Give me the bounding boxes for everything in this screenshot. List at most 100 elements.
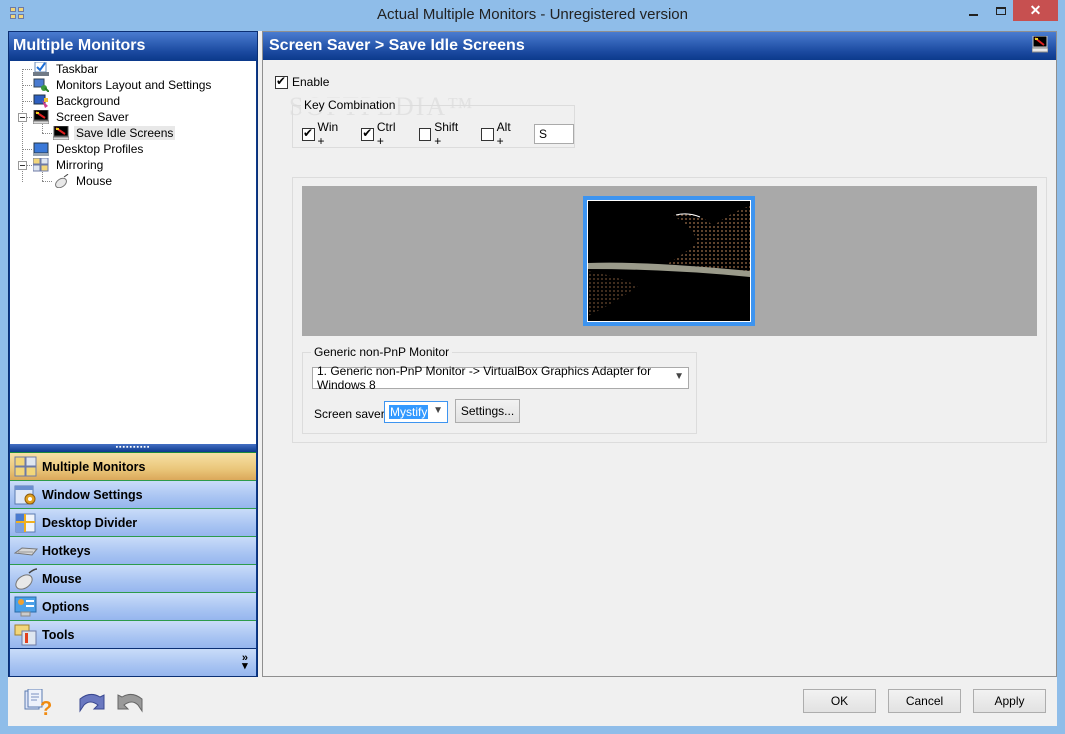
tree-line <box>42 181 52 182</box>
collapse-screen-saver-toggle[interactable] <box>18 113 27 122</box>
keyboard-icon <box>13 540 39 562</box>
screen-saver-icon <box>1031 35 1049 54</box>
screen-saver-label: Screen saver: <box>314 407 389 421</box>
monitor-layout-area <box>302 186 1037 336</box>
tree-item-screen-saver[interactable]: Screen Saver <box>32 109 131 125</box>
tree-line <box>27 165 32 166</box>
screen-saver-icon <box>52 125 70 141</box>
ctrl-check-box[interactable] <box>361 126 374 141</box>
key-combination-group: Key Combination Win + Ctrl + Shift + Alt… <box>292 98 575 148</box>
bottom-bar: ? OK Cancel Apply <box>8 677 1057 726</box>
monitor-select-value: 1. Generic non-PnP Monitor -> VirtualBox… <box>317 364 652 392</box>
mouse-icon <box>53 173 69 189</box>
monitor-preview-group: Generic non-PnP Monitor 1. Generic non-P… <box>292 177 1047 443</box>
redo-icon[interactable] <box>116 689 146 715</box>
desktop-divider-icon <box>14 512 38 534</box>
page-title: Screen Saver > Save Idle Screens <box>269 37 525 54</box>
nav-hotkeys[interactable]: Hotkeys <box>10 536 256 564</box>
tree-line <box>42 133 52 134</box>
nav-window-settings[interactable]: Window Settings <box>10 480 256 508</box>
tree-item-desktop-profiles[interactable]: Desktop Profiles <box>33 141 145 157</box>
enable-check-box[interactable] <box>275 74 288 89</box>
maximize-button[interactable] <box>987 0 1014 21</box>
nav-label: Mouse <box>42 571 82 586</box>
options-icon <box>14 596 38 618</box>
nav-desktop-divider[interactable]: Desktop Divider <box>10 508 256 536</box>
mirroring-icon <box>32 157 49 172</box>
tree-item-save-idle-screens[interactable]: Save Idle Screens <box>52 125 176 141</box>
screen-saver-dropdown[interactable]: Mystify ▼ <box>384 401 448 423</box>
tree-item-monitors-layout[interactable]: Monitors Layout and Settings <box>33 77 213 93</box>
settings-tree: Taskbar Monitors Layout and Settings Bac… <box>10 61 256 444</box>
key-combination-legend: Key Combination <box>301 98 399 112</box>
splitter-grip: ▪▪▪▪▪▪▪▪▪▪ <box>115 444 151 451</box>
tools-icon <box>14 624 38 646</box>
undo-icon[interactable] <box>76 689 106 715</box>
nav-label: Multiple Monitors <box>42 459 146 474</box>
win-key-checkbox[interactable]: Win + <box>302 120 347 148</box>
collapse-mirroring-toggle[interactable] <box>18 161 27 170</box>
monitor-thumbnail-selected[interactable] <box>583 196 755 326</box>
tree-line <box>22 69 32 70</box>
background-icon <box>33 94 49 108</box>
enable-checkbox[interactable]: Enable <box>275 74 330 89</box>
monitor-select-dropdown[interactable]: 1. Generic non-PnP Monitor -> VirtualBox… <box>312 364 689 392</box>
tree-item-taskbar[interactable]: Taskbar <box>33 61 100 77</box>
screen-saver-value: Mystify <box>389 405 429 419</box>
right-pane-header: Screen Saver > Save Idle Screens <box>263 32 1056 60</box>
tree-item-background[interactable]: Background <box>33 93 122 109</box>
chevron-down-icon: ▼ <box>674 371 684 382</box>
client-area: Multiple Monitors Taskbar Monitors Layou <box>8 31 1057 726</box>
screen-saver-icon <box>32 109 50 125</box>
minimize-button[interactable] <box>960 0 987 21</box>
tree-line <box>27 117 32 118</box>
close-button[interactable]: ✕ <box>1013 0 1058 21</box>
monitor-group-legend: Generic non-PnP Monitor <box>311 345 453 359</box>
ctrl-key-checkbox[interactable]: Ctrl + <box>361 120 404 148</box>
nav-tools[interactable]: Tools <box>10 620 256 648</box>
alt-check-box[interactable] <box>481 127 494 141</box>
enable-label: Enable <box>292 75 330 89</box>
maximize-icon <box>995 6 1006 15</box>
minimize-icon <box>969 13 978 16</box>
pane-splitter[interactable]: ▪▪▪▪▪▪▪▪▪▪ <box>10 444 256 452</box>
ctrl-key-label: Ctrl + <box>376 120 396 148</box>
monitor-settings-group: Generic non-PnP Monitor 1. Generic non-P… <box>302 345 697 434</box>
multiple-monitors-icon <box>14 456 38 478</box>
close-icon: ✕ <box>1029 2 1042 18</box>
window-title: Actual Multiple Monitors - Unregistered … <box>377 6 688 23</box>
navigation-bar: Multiple Monitors Window Settings Deskto… <box>10 452 256 676</box>
svg-text:?: ? <box>40 698 52 717</box>
alt-key-checkbox[interactable]: Alt + <box>481 120 520 148</box>
title-bar: Actual Multiple Monitors - Unregistered … <box>0 0 1065 31</box>
tree-line <box>22 101 32 102</box>
hotkey-key-input[interactable] <box>534 124 575 144</box>
tree-item-mouse[interactable]: Mouse <box>53 173 114 189</box>
nav-footer: » ▾ <box>10 648 256 676</box>
nav-options[interactable]: Options <box>10 592 256 620</box>
ok-button[interactable]: OK <box>803 689 876 713</box>
cancel-button[interactable]: Cancel <box>888 689 961 713</box>
nav-label: Hotkeys <box>42 543 91 558</box>
right-pane: Screen Saver > Save Idle Screens Enable … <box>262 31 1057 677</box>
nav-mouse[interactable]: Mouse <box>10 564 256 592</box>
nav-label: Tools <box>42 627 75 642</box>
help-icon[interactable]: ? <box>24 688 54 720</box>
taskbar-icon <box>33 61 49 76</box>
shift-key-label: Shift + <box>434 120 459 148</box>
screen-saver-settings-button[interactable]: Settings... <box>455 399 520 423</box>
tree-line <box>42 172 43 181</box>
left-pane: Multiple Monitors Taskbar Monitors Layou <box>8 31 258 677</box>
tree-item-mirroring[interactable]: Mirroring <box>32 157 105 173</box>
shift-check-box[interactable] <box>418 127 432 141</box>
screen-saver-preview <box>587 200 751 322</box>
nav-label: Options <box>42 599 90 614</box>
nav-multiple-monitors[interactable]: Multiple Monitors <box>10 452 256 480</box>
nav-label: Window Settings <box>42 487 143 502</box>
configure-buttons-chevron-icon[interactable]: » ▾ <box>242 653 248 672</box>
nav-label: Desktop Divider <box>42 515 138 530</box>
apply-button[interactable]: Apply <box>973 689 1046 713</box>
left-pane-header: Multiple Monitors <box>9 32 257 60</box>
win-check-box[interactable] <box>302 126 315 141</box>
shift-key-checkbox[interactable]: Shift + <box>418 120 468 148</box>
